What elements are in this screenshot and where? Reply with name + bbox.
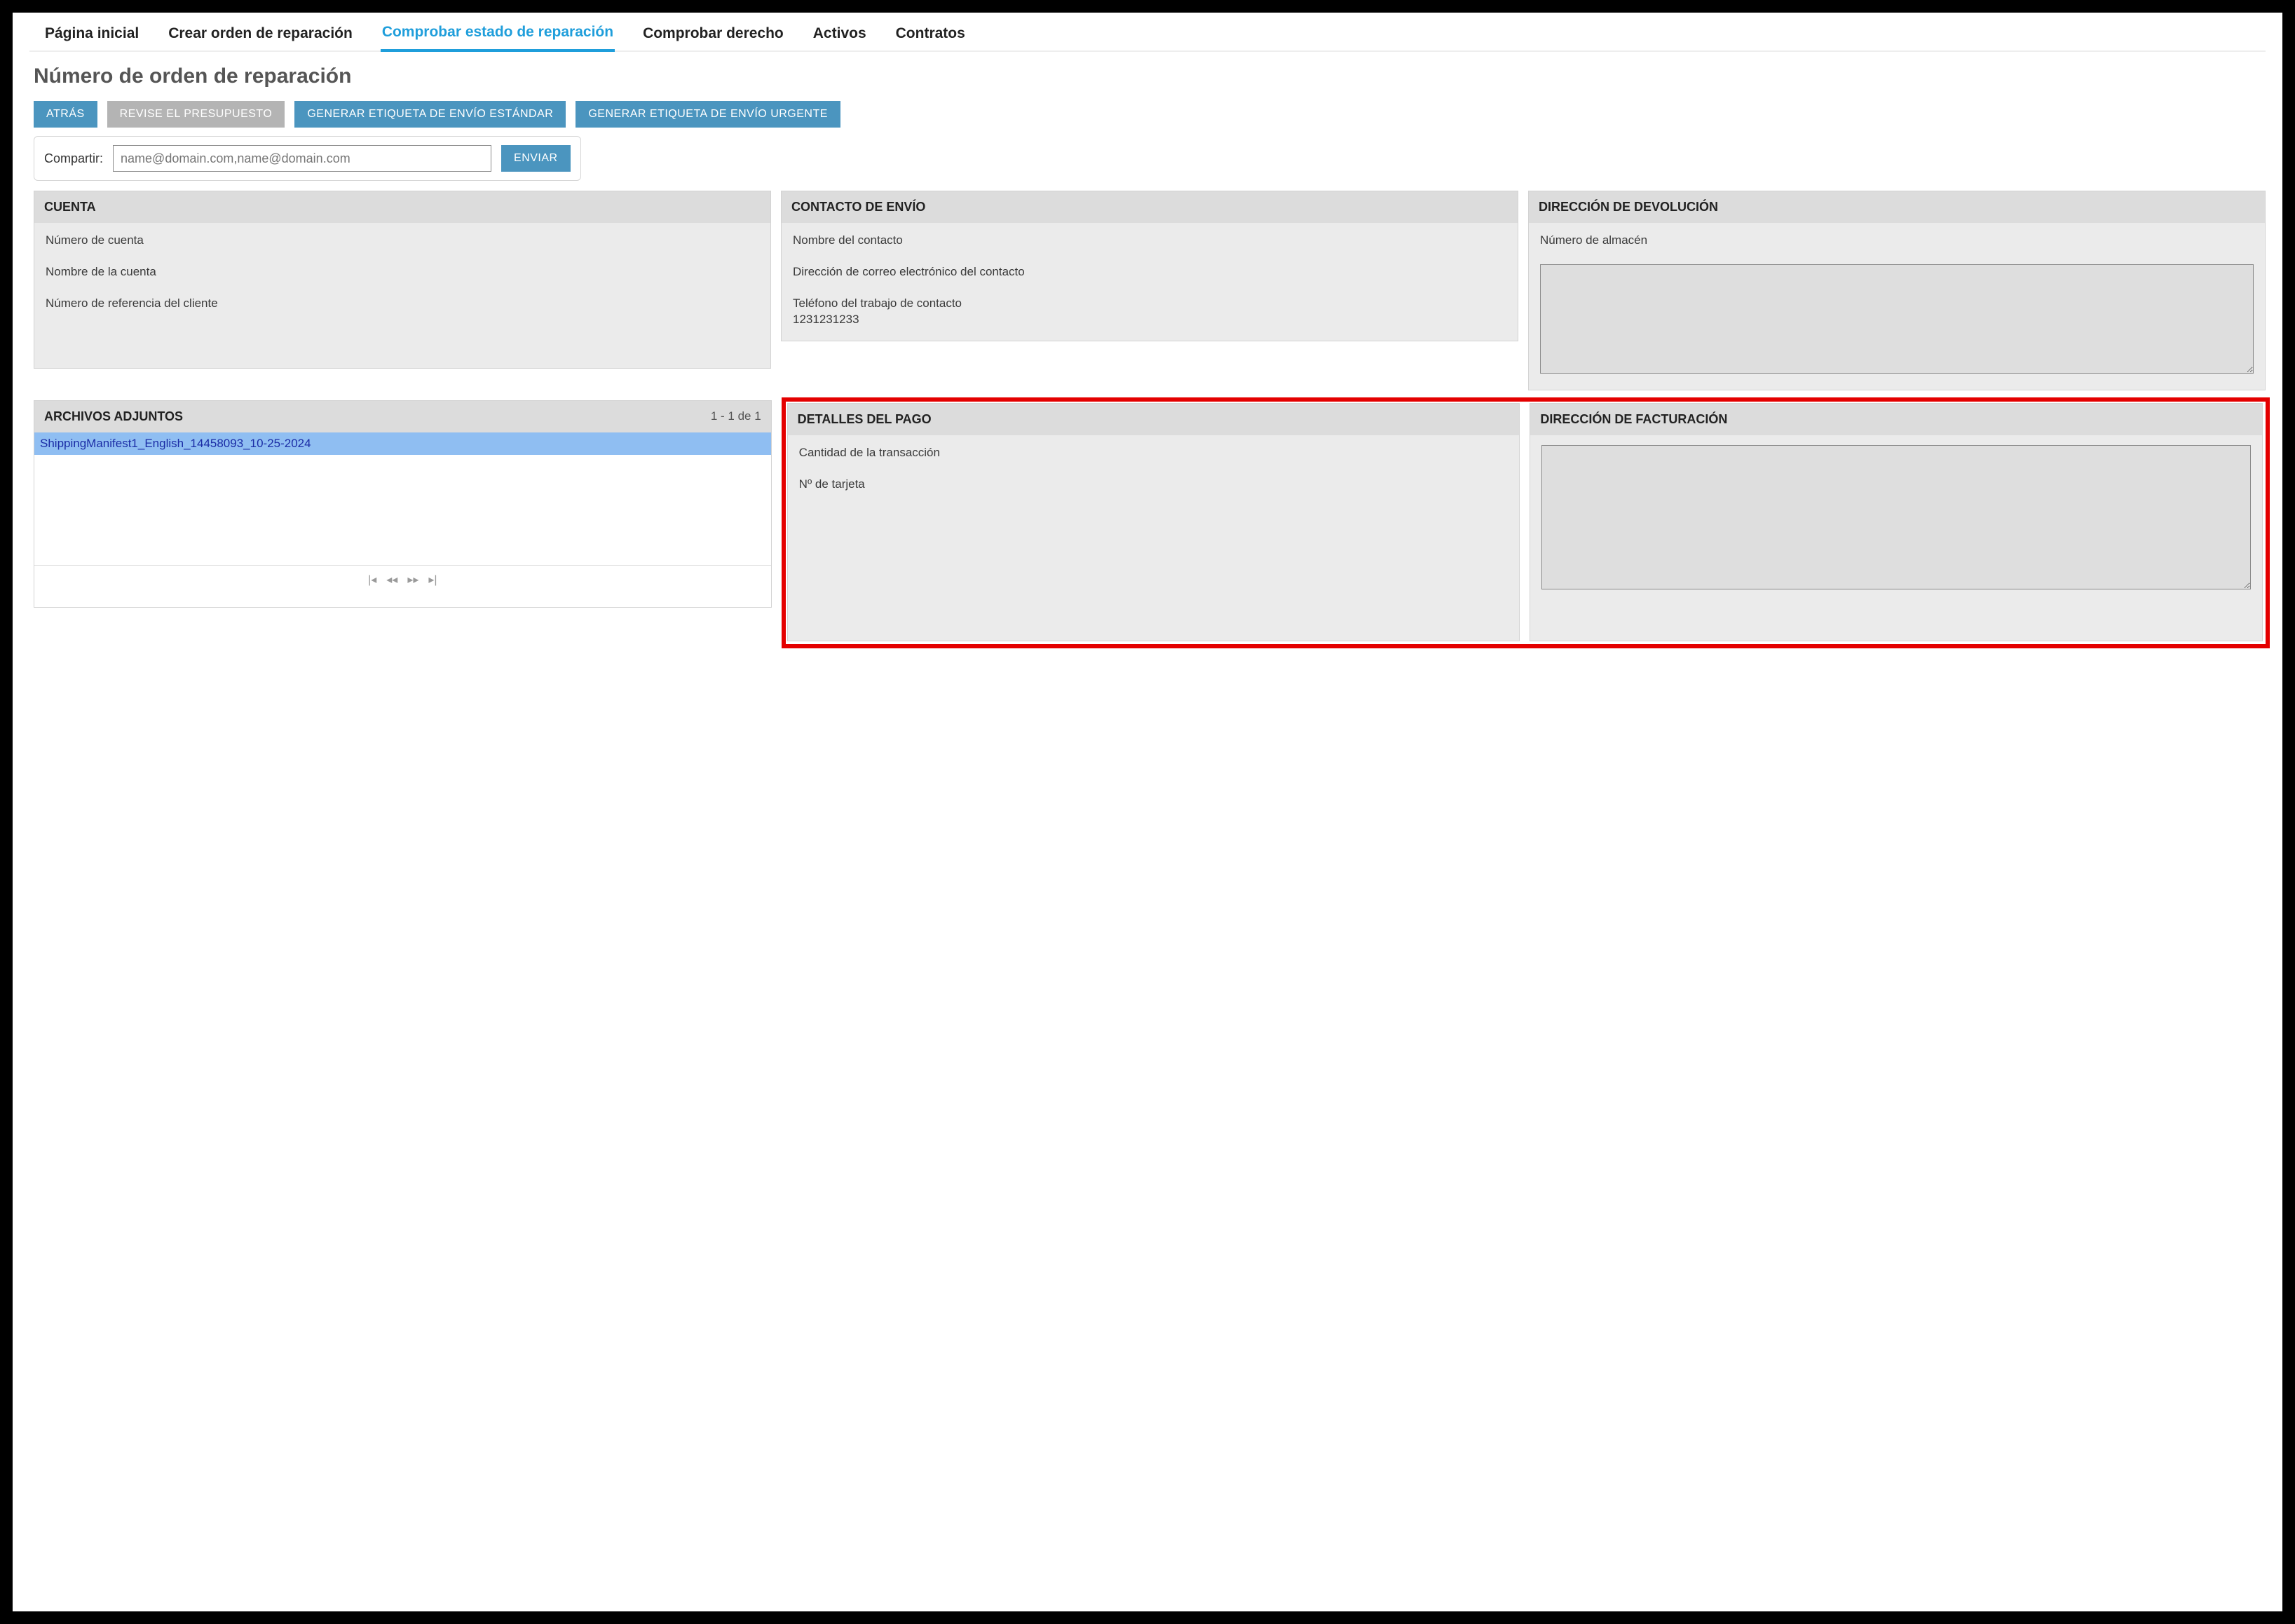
app-frame: Página inicial Crear orden de reparación… [13, 13, 2282, 1611]
tab-check-entitlement[interactable]: Comprobar derecho [641, 21, 785, 50]
transaction-amount-label: Cantidad de la transacción [799, 445, 1509, 461]
review-quote-button[interactable]: REVISE EL PRESUPUESTO [107, 101, 285, 128]
share-box: Compartir: ENVIAR [34, 136, 581, 181]
send-button[interactable]: ENVIAR [501, 145, 571, 172]
attachments-list: ShippingManifest1_English_14458093_10-25… [34, 432, 771, 566]
tab-create-order[interactable]: Crear orden de reparación [167, 21, 354, 50]
billing-address-textarea[interactable] [1541, 445, 2251, 589]
payment-details-panel-head: DETALLES DEL PAGO [788, 404, 1520, 435]
top-panels-row: CUENTA Número de cuenta Nombre de la cue… [29, 191, 2266, 400]
return-address-textarea[interactable] [1540, 264, 2254, 374]
share-label: Compartir: [44, 151, 103, 166]
bottom-panels-row: ARCHIVOS ADJUNTOS 1 - 1 de 1 ShippingMan… [29, 400, 2266, 648]
pager-prev-icon[interactable]: ◂◂ [386, 573, 397, 587]
share-input[interactable] [113, 145, 491, 172]
payment-details-panel: DETALLES DEL PAGO Cantidad de la transac… [787, 403, 1520, 641]
attachments-panel-head: ARCHIVOS ADJUNTOS 1 - 1 de 1 [34, 401, 771, 432]
billing-address-panel-head: DIRECCIÓN DE FACTURACIÓN [1530, 404, 2262, 435]
ship-contact-panel-head: CONTACTO DE ENVÍO [782, 191, 1518, 223]
pager-last-icon[interactable]: ▸| [428, 573, 437, 587]
back-button[interactable]: ATRÁS [34, 101, 97, 128]
contact-email-label: Dirección de correo electrónico del cont… [793, 264, 1506, 280]
contact-phone-field: Teléfono del trabajo de contacto 1231231… [793, 296, 1506, 328]
contact-phone-label: Teléfono del trabajo de contacto [793, 296, 962, 310]
customer-ref-label: Número de referencia del cliente [46, 296, 759, 312]
ship-contact-panel: CONTACTO DE ENVÍO Nombre del contacto Di… [781, 191, 1518, 341]
tab-check-status[interactable]: Comprobar estado de reparación [381, 20, 615, 52]
tab-bar: Página inicial Crear orden de reparación… [29, 13, 2266, 52]
attachments-panel: ARCHIVOS ADJUNTOS 1 - 1 de 1 ShippingMan… [34, 400, 772, 608]
tab-home[interactable]: Página inicial [43, 21, 140, 50]
attachments-title: ARCHIVOS ADJUNTOS [44, 409, 183, 424]
billing-address-panel: DIRECCIÓN DE FACTURACIÓN [1530, 403, 2263, 641]
card-number-label: Nº de tarjeta [799, 477, 1509, 493]
pager-first-icon[interactable]: |◂ [368, 573, 376, 587]
contact-name-label: Nombre del contacto [793, 233, 1506, 249]
return-address-panel: DIRECCIÓN DE DEVOLUCIÓN Número de almacé… [1528, 191, 2266, 390]
attachments-pager: |◂ ◂◂ ▸▸ ▸| [34, 566, 771, 595]
highlighted-region: DETALLES DEL PAGO Cantidad de la transac… [782, 397, 2270, 648]
attachments-count: 1 - 1 de 1 [711, 409, 761, 423]
tab-contracts[interactable]: Contratos [894, 21, 967, 50]
pager-next-icon[interactable]: ▸▸ [407, 573, 418, 587]
return-address-panel-head: DIRECCIÓN DE DEVOLUCIÓN [1529, 191, 2265, 223]
store-number-label: Número de almacén [1540, 233, 2254, 249]
attachment-item[interactable]: ShippingManifest1_English_14458093_10-25… [34, 432, 771, 455]
tab-assets[interactable]: Activos [812, 21, 868, 50]
page-title: Número de orden de reparación [34, 64, 2266, 88]
account-number-label: Número de cuenta [46, 233, 759, 249]
account-panel-head: CUENTA [34, 191, 770, 223]
contact-phone-value: 1231231233 [793, 313, 859, 326]
generate-standard-label-button[interactable]: GENERAR ETIQUETA DE ENVÍO ESTÁNDAR [294, 101, 566, 128]
account-panel: CUENTA Número de cuenta Nombre de la cue… [34, 191, 771, 369]
account-name-label: Nombre de la cuenta [46, 264, 759, 280]
generate-urgent-label-button[interactable]: GENERAR ETIQUETA DE ENVÍO URGENTE [576, 101, 840, 128]
action-buttons: ATRÁS REVISE EL PRESUPUESTO GENERAR ETIQ… [29, 101, 2266, 128]
